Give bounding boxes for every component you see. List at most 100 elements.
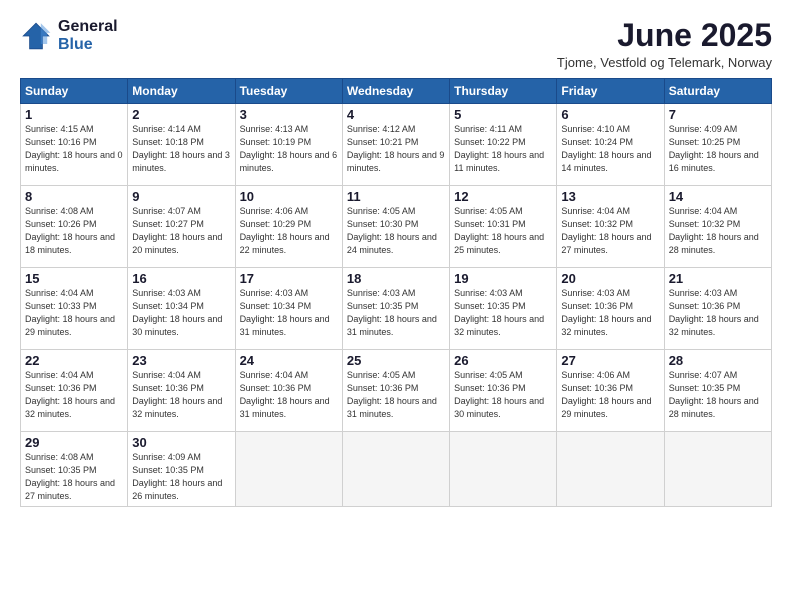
day-info: Sunrise: 4:13 AMSunset: 10:19 PMDaylight… xyxy=(240,123,338,175)
col-saturday: Saturday xyxy=(664,79,771,104)
day-number: 14 xyxy=(669,189,767,204)
day-number: 19 xyxy=(454,271,552,286)
table-row xyxy=(342,432,449,507)
day-number: 7 xyxy=(669,107,767,122)
day-number: 4 xyxy=(347,107,445,122)
day-number: 20 xyxy=(561,271,659,286)
table-row: 5Sunrise: 4:11 AMSunset: 10:22 PMDayligh… xyxy=(450,104,557,186)
table-row: 30Sunrise: 4:09 AMSunset: 10:35 PMDaylig… xyxy=(128,432,235,507)
day-info: Sunrise: 4:06 AMSunset: 10:36 PMDaylight… xyxy=(561,369,659,421)
day-number: 28 xyxy=(669,353,767,368)
calendar-header-row: Sunday Monday Tuesday Wednesday Thursday… xyxy=(21,79,772,104)
table-row: 16Sunrise: 4:03 AMSunset: 10:34 PMDaylig… xyxy=(128,268,235,350)
table-row: 7Sunrise: 4:09 AMSunset: 10:25 PMDayligh… xyxy=(664,104,771,186)
day-info: Sunrise: 4:14 AMSunset: 10:18 PMDaylight… xyxy=(132,123,230,175)
day-info: Sunrise: 4:04 AMSunset: 10:36 PMDaylight… xyxy=(132,369,230,421)
day-info: Sunrise: 4:04 AMSunset: 10:36 PMDaylight… xyxy=(25,369,123,421)
day-info: Sunrise: 4:09 AMSunset: 10:25 PMDaylight… xyxy=(669,123,767,175)
day-info: Sunrise: 4:07 AMSunset: 10:27 PMDaylight… xyxy=(132,205,230,257)
day-number: 24 xyxy=(240,353,338,368)
table-row: 8Sunrise: 4:08 AMSunset: 10:26 PMDayligh… xyxy=(21,186,128,268)
day-info: Sunrise: 4:06 AMSunset: 10:29 PMDaylight… xyxy=(240,205,338,257)
calendar-week-row: 29Sunrise: 4:08 AMSunset: 10:35 PMDaylig… xyxy=(21,432,772,507)
day-number: 25 xyxy=(347,353,445,368)
day-number: 23 xyxy=(132,353,230,368)
day-number: 12 xyxy=(454,189,552,204)
table-row: 6Sunrise: 4:10 AMSunset: 10:24 PMDayligh… xyxy=(557,104,664,186)
calendar-week-row: 15Sunrise: 4:04 AMSunset: 10:33 PMDaylig… xyxy=(21,268,772,350)
day-info: Sunrise: 4:05 AMSunset: 10:36 PMDaylight… xyxy=(347,369,445,421)
table-row: 19Sunrise: 4:03 AMSunset: 10:35 PMDaylig… xyxy=(450,268,557,350)
day-number: 6 xyxy=(561,107,659,122)
table-row: 20Sunrise: 4:03 AMSunset: 10:36 PMDaylig… xyxy=(557,268,664,350)
day-number: 26 xyxy=(454,353,552,368)
logo-blue: Blue xyxy=(58,36,118,54)
day-info: Sunrise: 4:15 AMSunset: 10:16 PMDaylight… xyxy=(25,123,123,175)
table-row: 1Sunrise: 4:15 AMSunset: 10:16 PMDayligh… xyxy=(21,104,128,186)
logo: General Blue xyxy=(20,18,118,53)
day-number: 29 xyxy=(25,435,123,450)
day-info: Sunrise: 4:08 AMSunset: 10:35 PMDaylight… xyxy=(25,451,123,503)
day-info: Sunrise: 4:03 AMSunset: 10:35 PMDaylight… xyxy=(454,287,552,339)
table-row: 23Sunrise: 4:04 AMSunset: 10:36 PMDaylig… xyxy=(128,350,235,432)
day-info: Sunrise: 4:09 AMSunset: 10:35 PMDaylight… xyxy=(132,451,230,503)
col-friday: Friday xyxy=(557,79,664,104)
day-info: Sunrise: 4:11 AMSunset: 10:22 PMDaylight… xyxy=(454,123,552,175)
table-row: 13Sunrise: 4:04 AMSunset: 10:32 PMDaylig… xyxy=(557,186,664,268)
day-number: 18 xyxy=(347,271,445,286)
table-row xyxy=(450,432,557,507)
calendar-week-row: 1Sunrise: 4:15 AMSunset: 10:16 PMDayligh… xyxy=(21,104,772,186)
day-number: 1 xyxy=(25,107,123,122)
table-row: 15Sunrise: 4:04 AMSunset: 10:33 PMDaylig… xyxy=(21,268,128,350)
day-info: Sunrise: 4:03 AMSunset: 10:36 PMDaylight… xyxy=(561,287,659,339)
logo-text: General Blue xyxy=(58,18,118,53)
table-row xyxy=(557,432,664,507)
day-number: 11 xyxy=(347,189,445,204)
day-number: 2 xyxy=(132,107,230,122)
table-row: 22Sunrise: 4:04 AMSunset: 10:36 PMDaylig… xyxy=(21,350,128,432)
table-row: 4Sunrise: 4:12 AMSunset: 10:21 PMDayligh… xyxy=(342,104,449,186)
header: General Blue June 2025 Tjome, Vestfold o… xyxy=(20,18,772,70)
day-info: Sunrise: 4:03 AMSunset: 10:34 PMDaylight… xyxy=(132,287,230,339)
day-info: Sunrise: 4:04 AMSunset: 10:32 PMDaylight… xyxy=(669,205,767,257)
col-tuesday: Tuesday xyxy=(235,79,342,104)
day-info: Sunrise: 4:03 AMSunset: 10:34 PMDaylight… xyxy=(240,287,338,339)
table-row: 12Sunrise: 4:05 AMSunset: 10:31 PMDaylig… xyxy=(450,186,557,268)
day-number: 17 xyxy=(240,271,338,286)
table-row xyxy=(664,432,771,507)
calendar: Sunday Monday Tuesday Wednesday Thursday… xyxy=(20,78,772,507)
day-info: Sunrise: 4:10 AMSunset: 10:24 PMDaylight… xyxy=(561,123,659,175)
col-wednesday: Wednesday xyxy=(342,79,449,104)
day-number: 22 xyxy=(25,353,123,368)
table-row: 26Sunrise: 4:05 AMSunset: 10:36 PMDaylig… xyxy=(450,350,557,432)
day-number: 15 xyxy=(25,271,123,286)
page: General Blue June 2025 Tjome, Vestfold o… xyxy=(0,0,792,612)
table-row: 14Sunrise: 4:04 AMSunset: 10:32 PMDaylig… xyxy=(664,186,771,268)
day-info: Sunrise: 4:05 AMSunset: 10:36 PMDaylight… xyxy=(454,369,552,421)
col-sunday: Sunday xyxy=(21,79,128,104)
day-number: 21 xyxy=(669,271,767,286)
day-number: 16 xyxy=(132,271,230,286)
location: Tjome, Vestfold og Telemark, Norway xyxy=(557,55,772,70)
day-number: 3 xyxy=(240,107,338,122)
day-number: 5 xyxy=(454,107,552,122)
day-info: Sunrise: 4:07 AMSunset: 10:35 PMDaylight… xyxy=(669,369,767,421)
day-info: Sunrise: 4:03 AMSunset: 10:35 PMDaylight… xyxy=(347,287,445,339)
day-info: Sunrise: 4:03 AMSunset: 10:36 PMDaylight… xyxy=(669,287,767,339)
day-number: 8 xyxy=(25,189,123,204)
table-row: 10Sunrise: 4:06 AMSunset: 10:29 PMDaylig… xyxy=(235,186,342,268)
table-row xyxy=(235,432,342,507)
month-title: June 2025 xyxy=(557,18,772,53)
logo-general: General xyxy=(58,18,118,36)
day-number: 9 xyxy=(132,189,230,204)
day-number: 30 xyxy=(132,435,230,450)
day-info: Sunrise: 4:05 AMSunset: 10:30 PMDaylight… xyxy=(347,205,445,257)
day-number: 27 xyxy=(561,353,659,368)
calendar-week-row: 22Sunrise: 4:04 AMSunset: 10:36 PMDaylig… xyxy=(21,350,772,432)
day-info: Sunrise: 4:05 AMSunset: 10:31 PMDaylight… xyxy=(454,205,552,257)
table-row: 25Sunrise: 4:05 AMSunset: 10:36 PMDaylig… xyxy=(342,350,449,432)
day-info: Sunrise: 4:04 AMSunset: 10:36 PMDaylight… xyxy=(240,369,338,421)
table-row: 28Sunrise: 4:07 AMSunset: 10:35 PMDaylig… xyxy=(664,350,771,432)
logo-icon xyxy=(20,20,52,52)
table-row: 11Sunrise: 4:05 AMSunset: 10:30 PMDaylig… xyxy=(342,186,449,268)
